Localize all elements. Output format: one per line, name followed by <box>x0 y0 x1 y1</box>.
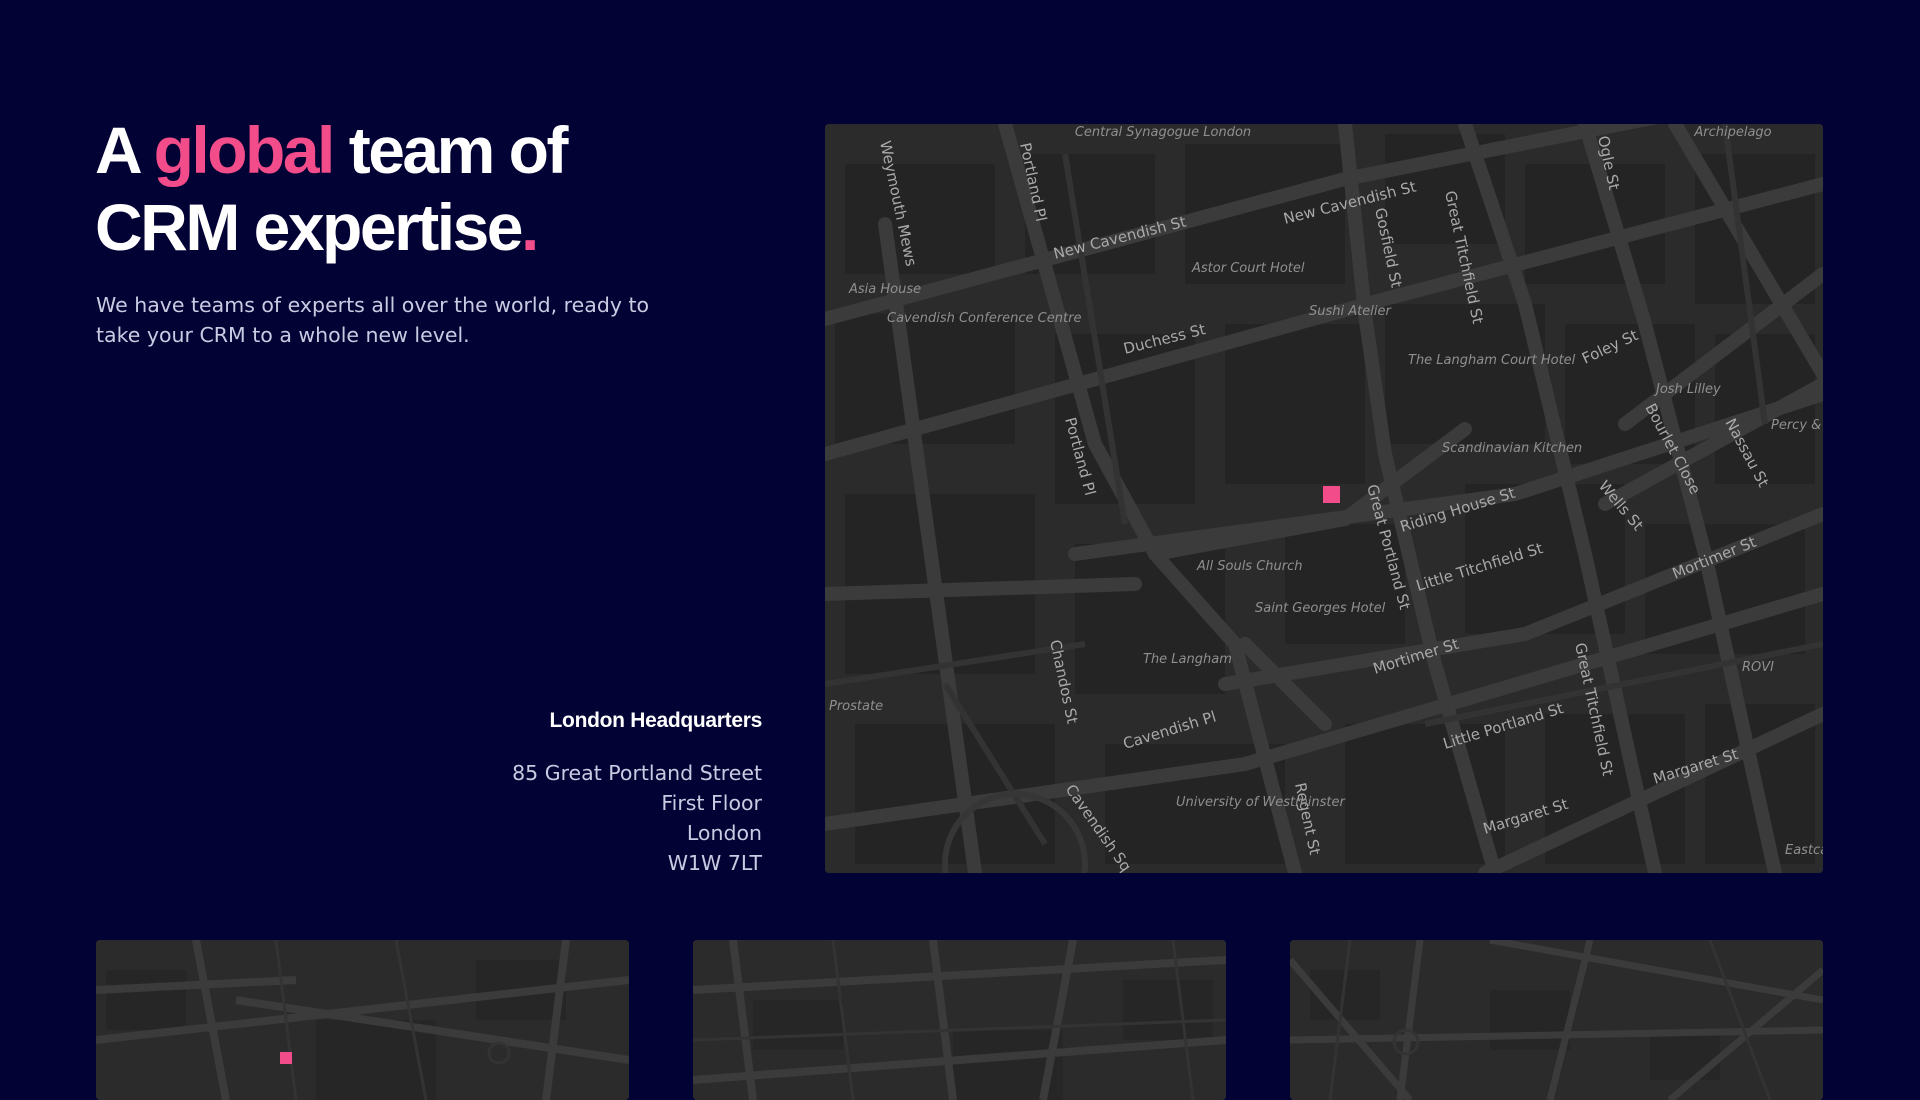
poi-label: ROVI <box>1742 660 1774 675</box>
hero-title-part1: A <box>95 113 154 187</box>
office-map-2-canvas <box>693 940 1226 1100</box>
poi-label: Saint Georges Hotel <box>1255 601 1386 616</box>
london-map-canvas: New Cavendish St New Cavendish St Duches… <box>825 124 1823 873</box>
headquarters-title: London Headquarters <box>549 709 763 732</box>
address-line: First Floor <box>661 791 762 815</box>
office-map-3[interactable] <box>1290 940 1823 1100</box>
office-map-2[interactable] <box>693 940 1226 1100</box>
hero-title: A global team of CRM expertise. <box>95 112 569 266</box>
hq-location-marker[interactable] <box>1323 486 1340 503</box>
office-map-1-canvas <box>96 940 629 1100</box>
poi-label: Archipelago <box>1693 125 1771 140</box>
poi-label: Prostate <box>829 699 883 714</box>
office-map-1[interactable] <box>96 940 629 1100</box>
poi-label: Central Synagogue London <box>1075 125 1251 140</box>
poi-label: The Langham Court Hotel <box>1408 353 1576 368</box>
poi-label: Eastca <box>1785 843 1823 858</box>
address-line: W1W 7LT <box>667 851 762 875</box>
hero-title-accent: global <box>153 113 336 187</box>
hero-title-dot: . <box>521 190 539 264</box>
address-line: London <box>686 821 762 845</box>
poi-label: Asia House <box>848 282 921 297</box>
poi-label: Cavendish Conference Centre <box>887 311 1081 326</box>
office-location-marker[interactable] <box>280 1052 292 1064</box>
poi-label: Astor Court Hotel <box>1191 261 1305 276</box>
poi-label: The Langham <box>1143 652 1232 667</box>
headquarters-address: London Headquarters 85 Great Portland St… <box>362 706 762 878</box>
hero-subtitle: We have teams of experts all over the wo… <box>96 293 650 347</box>
poi-label: Scandinavian Kitchen <box>1442 441 1582 456</box>
hero-title-part2: team of <box>332 113 569 187</box>
address-line: 85 Great Portland Street <box>512 761 762 785</box>
poi-label: Josh Lilley <box>1653 382 1721 397</box>
office-map-3-canvas <box>1290 940 1823 1100</box>
hero-title-line2: CRM expertise <box>95 190 524 264</box>
poi-label: University of Westminster <box>1176 795 1346 810</box>
london-map[interactable]: New Cavendish St New Cavendish St Duches… <box>825 124 1823 873</box>
poi-label: Percy & <box>1771 418 1821 433</box>
poi-label: Sushi Atelier <box>1309 304 1392 319</box>
poi-label: All Souls Church <box>1196 559 1303 574</box>
